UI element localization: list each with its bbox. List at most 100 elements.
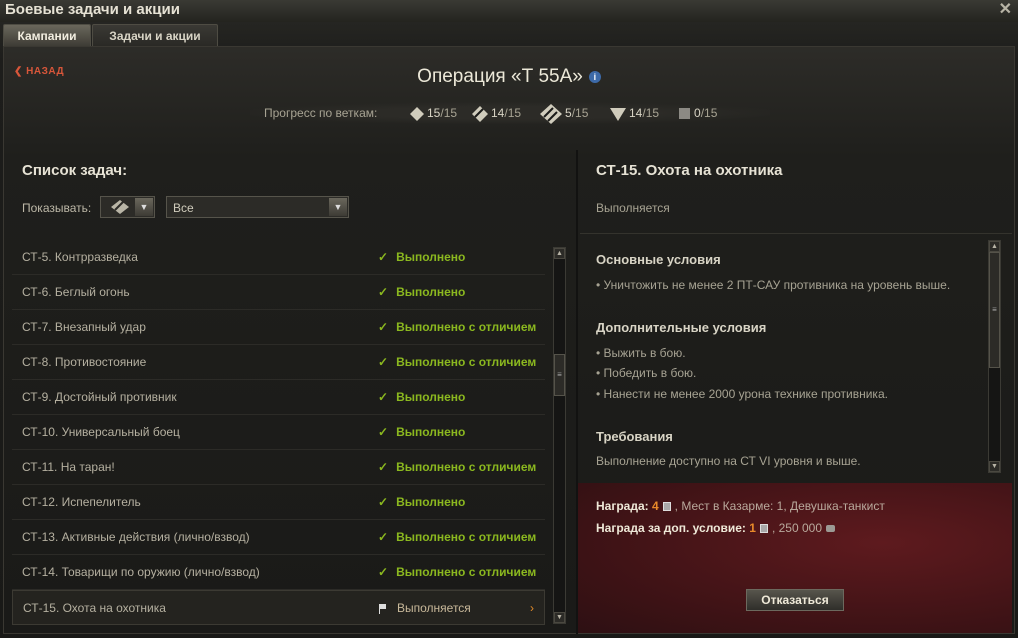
- main-condition-item: • Уничтожить не менее 2 ПТ-САУ противник…: [596, 278, 951, 292]
- task-status: ✓ Выполнено с отличием: [378, 320, 536, 334]
- spg-icon: [679, 108, 690, 120]
- task-row[interactable]: СТ-7. Внезапный удар ✓ Выполнено с отличие…: [12, 310, 545, 345]
- reward-panel: Награда: 4 , Мест в Казарме: 1, Девушка-т…: [578, 483, 1012, 633]
- branch-total: /15: [700, 106, 718, 120]
- check-icon: ✓: [378, 320, 389, 334]
- task-list-heading: Список задач:: [22, 162, 128, 179]
- task-name: СТ-13. Активные действия (лично/взвод): [22, 530, 250, 544]
- extra-condition-item: • Выжить в бою.: [596, 346, 686, 360]
- refuse-button[interactable]: Отказаться: [746, 589, 844, 611]
- task-row[interactable]: СТ-10. Универсальный боец ✓ Выполнено: [12, 415, 545, 450]
- branch-done: 14: [491, 106, 505, 120]
- medium-tank-icon: [111, 200, 129, 214]
- task-row[interactable]: СТ-11. На таран! ✓ Выполнено с отличием: [12, 450, 545, 485]
- extra-condition-item: • Победить в бою.: [596, 366, 697, 380]
- task-status-text: Выполнено: [396, 390, 466, 404]
- task-row-selected[interactable]: СТ-15. Охота на охотника Выполняется ›: [12, 590, 545, 625]
- operation-name: Операция «Т 55А»: [417, 66, 583, 87]
- branch-spg[interactable]: 0/15: [678, 104, 717, 122]
- tank-destroyer-icon: [610, 107, 626, 121]
- conditions-scrollbar[interactable]: ▲ ≡ ▼: [988, 240, 1001, 473]
- credits-icon: [826, 525, 835, 533]
- task-row[interactable]: СТ-14. Товарищи по оружию (лично/взвод) ✓…: [12, 555, 545, 590]
- task-list-scrollbar[interactable]: ▲ ≡ ▼: [553, 247, 566, 624]
- close-icon[interactable]: ✕: [999, 0, 1012, 19]
- requirements-heading: Требования: [596, 429, 673, 444]
- scroll-up-icon[interactable]: ▲: [554, 248, 565, 259]
- task-status: ✓ Выполнено с отличием: [378, 355, 536, 369]
- progress-label: Прогресс по веткам:: [264, 106, 378, 120]
- task-name: СТ-12. Испепелитель: [22, 495, 141, 509]
- status-filter-dropdown[interactable]: Все ▼: [166, 196, 349, 218]
- reward-details: , Мест в Казарме: 1, Девушка-танкист: [674, 499, 885, 513]
- task-status: ✓ Выполнено с отличием: [378, 565, 536, 579]
- branch-td[interactable]: 14/15: [610, 104, 659, 122]
- branch-progress: Прогресс по веткам: 15/15 14/15 5/15 14/…: [250, 102, 770, 124]
- branch-heavy[interactable]: 5/15: [540, 104, 588, 124]
- bonus-count: 1: [749, 521, 756, 535]
- bonus-reward-line: Награда за доп. условие: 1 , 250 000: [596, 521, 835, 535]
- heavy-tank-icon: [540, 104, 562, 124]
- task-list: СТ-5. Контрразведка ✓ Выполнено СТ-6. Бегл…: [12, 240, 545, 625]
- task-status-text: Выполнено: [396, 495, 466, 509]
- medium-tank-icon: [472, 105, 488, 122]
- status-filter-value: Все: [173, 201, 194, 215]
- task-row[interactable]: СТ-13. Активные действия (лично/взвод) ✓ В…: [12, 520, 545, 555]
- check-icon: ✓: [378, 390, 389, 404]
- branch-done: 15: [427, 106, 441, 120]
- form-icon: [759, 524, 768, 534]
- chevron-down-icon[interactable]: ▼: [135, 198, 153, 216]
- branch-total: /15: [504, 106, 522, 120]
- check-icon: ✓: [378, 285, 389, 299]
- check-icon: ✓: [378, 565, 389, 579]
- info-icon[interactable]: i: [588, 70, 601, 83]
- check-icon: ✓: [378, 460, 389, 474]
- title-bar: Боевые задачи и акции ✕: [0, 0, 1018, 22]
- requirements-text: Выполнение доступно на СТ VI уровня и вы…: [596, 454, 861, 468]
- scroll-thumb[interactable]: ≡: [554, 354, 565, 396]
- extra-condition-item: • Нанести не менее 2000 урона технике пр…: [596, 387, 888, 401]
- branch-total: /15: [642, 106, 660, 120]
- branch-medium[interactable]: 14/15: [472, 104, 521, 122]
- branch-total: /15: [440, 106, 458, 120]
- task-name: СТ-11. На таран!: [22, 460, 115, 474]
- scroll-up-icon[interactable]: ▲: [989, 241, 1000, 252]
- chevron-right-icon: ›: [530, 601, 534, 615]
- main-conditions-heading: Основные условия: [596, 252, 721, 267]
- task-row[interactable]: СТ-12. Испепелитель ✓ Выполнено: [12, 485, 545, 520]
- task-status-text: Выполнено с отличием: [396, 320, 537, 334]
- scroll-thumb[interactable]: ≡: [989, 252, 1000, 368]
- quests-window: Боевые задачи и акции ✕ Кампании Задачи …: [0, 0, 1018, 638]
- reward-label: Награда:: [596, 499, 649, 513]
- task-status: ✓ Выполнено: [378, 495, 465, 509]
- form-icon: [662, 502, 671, 512]
- light-tank-icon: [410, 106, 424, 121]
- chevron-down-icon[interactable]: ▼: [329, 198, 347, 216]
- task-status-text: Выполнено: [396, 250, 466, 264]
- task-row[interactable]: СТ-5. Контрразведка ✓ Выполнено: [12, 240, 545, 275]
- branch-done: 0: [694, 106, 701, 120]
- branch-light[interactable]: 15/15: [410, 104, 457, 122]
- task-status: ✓ Выполнено с отличием: [378, 460, 536, 474]
- tab-quests[interactable]: Задачи и акции: [92, 24, 218, 46]
- bonus-reward-label: Награда за доп. условие:: [596, 521, 746, 535]
- show-label: Показывать:: [22, 201, 92, 215]
- task-row[interactable]: СТ-6. Беглый огонь ✓ Выполнено: [12, 275, 545, 310]
- task-name: СТ-10. Универсальный боец: [22, 425, 180, 439]
- branch-filter-dropdown[interactable]: ▼: [100, 196, 155, 218]
- task-name: СТ-8. Противостояние: [22, 355, 147, 369]
- divider: [580, 233, 1012, 234]
- task-name: СТ-15. Охота на охотника: [23, 601, 166, 615]
- check-icon: ✓: [378, 355, 389, 369]
- task-status-text: Выполнено с отличием: [396, 530, 537, 544]
- scroll-down-icon[interactable]: ▼: [989, 461, 1000, 472]
- task-status-text: Выполнено с отличием: [396, 460, 537, 474]
- extra-conditions-heading: Дополнительные условия: [596, 320, 767, 335]
- reward-count: 4: [651, 499, 659, 513]
- task-row[interactable]: СТ-9. Достойный противник ✓ Выполнено: [12, 380, 545, 415]
- tab-campaigns[interactable]: Кампании: [3, 24, 91, 46]
- task-row[interactable]: СТ-8. Противостояние ✓ Выполнено с отличие…: [12, 345, 545, 380]
- reward-line: Награда: 4 , Мест в Казарме: 1, Девушка-т…: [596, 499, 885, 513]
- check-icon: ✓: [378, 425, 389, 439]
- scroll-down-icon[interactable]: ▼: [554, 612, 565, 623]
